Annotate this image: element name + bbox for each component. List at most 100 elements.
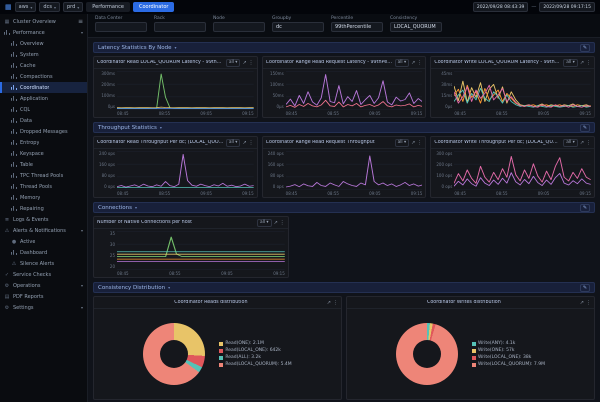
chart-menu-icon[interactable]: ⋮	[586, 140, 591, 146]
expand-icon[interactable]: ↗	[274, 220, 278, 226]
legend-item[interactable]: Read(ONE): 2.1M	[219, 341, 291, 346]
chart-menu-icon[interactable]: ⋮	[333, 300, 338, 306]
menu-icon[interactable]: ≡	[78, 18, 83, 25]
cluster-select-dc[interactable]: dcs ▾	[39, 2, 60, 12]
chart-menu-icon[interactable]: ⋮	[586, 300, 591, 306]
legend-item[interactable]: Read(ALL): 3.2k	[219, 355, 291, 360]
edit-section-button[interactable]: ✎	[580, 124, 590, 132]
chart-menu-icon[interactable]: ⋮	[417, 60, 422, 66]
y-tick: 0 ops	[96, 184, 115, 189]
sidebar-item-entropy[interactable]: Entropy	[0, 137, 87, 148]
legend-item[interactable]: Read(LOCAL_QUORUM): 5.4M	[219, 362, 291, 367]
sidebar-item-logs-events[interactable]: ≣Logs & Events	[0, 214, 87, 225]
expand-icon[interactable]: ↗	[580, 140, 584, 146]
line-chart-canvas[interactable]	[117, 71, 254, 110]
chart-menu-icon[interactable]: ⋮	[586, 60, 591, 66]
line-chart-canvas[interactable]	[117, 151, 254, 190]
expand-icon[interactable]: ↗	[411, 60, 415, 66]
section-header-throughput-statistics[interactable]: Throughput Statistics▾✎	[93, 122, 595, 133]
donut-chart[interactable]	[143, 323, 205, 385]
sidebar-item-dropped-messages[interactable]: Dropped Messages	[0, 126, 87, 137]
series-filter-dropdown[interactable]: all ▾	[395, 139, 410, 147]
sidebar-item-cache[interactable]: Cache	[0, 60, 87, 71]
time-range-end[interactable]: 2022/09/28 09:17:15	[539, 2, 595, 12]
tab-performance[interactable]: Performance	[86, 2, 130, 12]
sidebar-item-system[interactable]: System	[0, 49, 87, 60]
legend-item[interactable]: Read(LOCAL_ONE): 642k	[219, 348, 291, 353]
line-chart-canvas[interactable]	[286, 71, 423, 110]
sidebar-item-overview[interactable]: Overview	[0, 38, 87, 49]
y-tick: 20	[96, 264, 115, 269]
filter-input-consistency[interactable]: LOCAL_QUORUM	[390, 22, 442, 32]
chart-menu-icon[interactable]: ⋮	[280, 220, 285, 226]
series-filter-dropdown[interactable]: all ▾	[395, 59, 410, 67]
edit-section-button[interactable]: ✎	[580, 204, 590, 212]
tab-coordinator[interactable]: Coordinator	[133, 2, 174, 12]
series-filter-dropdown[interactable]: all ▾	[226, 59, 241, 67]
filter-input-node[interactable]	[213, 22, 265, 32]
chart-menu-icon[interactable]: ⋮	[249, 60, 254, 66]
line-chart-canvas[interactable]	[286, 151, 423, 190]
section-header-connections[interactable]: Connections▾✎	[93, 202, 595, 213]
chart-title: Coordinator Writes distribution	[350, 300, 578, 305]
sidebar-item-dashboard[interactable]: Dashboard	[0, 247, 87, 258]
sidebar-item-coordinator[interactable]: Coordinator	[0, 82, 87, 93]
chart-card-coordinator-write-throughput: Coordinator Write Throughput Per dc; (LO…	[430, 136, 595, 198]
sidebar-item-table[interactable]: Table	[0, 159, 87, 170]
sidebar-item-repairing[interactable]: Repairing	[0, 203, 87, 214]
filter-input-rack[interactable]	[154, 22, 206, 32]
donut-chart[interactable]	[396, 323, 458, 385]
sidebar-item-alerts-notifications[interactable]: ⚠Alerts & Notifications▾	[0, 225, 87, 236]
edit-section-button[interactable]: ✎	[580, 44, 590, 52]
chart-menu-icon[interactable]: ⋮	[417, 140, 422, 146]
section-header-consistency-distribution[interactable]: Consistency Distribution▾✎	[93, 282, 595, 293]
cluster-select-env[interactable]: prd ▾	[63, 2, 83, 12]
app-logo-icon[interactable]: ▦	[5, 4, 12, 11]
line-chart-canvas[interactable]	[454, 71, 591, 110]
sidebar-item-pdf-reports[interactable]: ▤PDF Reports	[0, 291, 87, 302]
expand-icon[interactable]: ↗	[242, 60, 246, 66]
filter-input-percentile[interactable]: 99thPercentile	[331, 22, 383, 32]
chart-menu-icon[interactable]: ⋮	[249, 140, 254, 146]
expand-icon[interactable]: ↗	[327, 300, 331, 306]
sidebar-item-active[interactable]: ●Active	[0, 236, 87, 247]
sidebar-item-thread-pools[interactable]: Thread Pools	[0, 181, 87, 192]
expand-icon[interactable]: ↗	[580, 60, 584, 66]
series-filter-dropdown[interactable]: all ▾	[257, 219, 272, 227]
x-tick: 08:55	[496, 111, 508, 116]
expand-icon[interactable]: ↗	[242, 140, 246, 146]
legend-item[interactable]: Write(LOCAL_QUORUM): 7.9M	[472, 362, 545, 367]
line-chart-canvas[interactable]	[117, 231, 285, 270]
legend-item[interactable]: Write(ANY): 4.1k	[472, 341, 545, 346]
sidebar-item-cql[interactable]: CQL	[0, 104, 87, 115]
sidebar-item-compactions[interactable]: Compactions	[0, 71, 87, 82]
edit-section-button[interactable]: ✎	[580, 284, 590, 292]
legend-item[interactable]: Write(ONE): 57k	[472, 348, 545, 353]
section-header-latency-statistics-by-node[interactable]: Latency Statistics By Node▾✎	[93, 42, 595, 53]
sidebar-item-application[interactable]: Application	[0, 93, 87, 104]
line-chart-canvas[interactable]	[454, 151, 591, 190]
sidebar-item-operations[interactable]: ⚙Operations▾	[0, 280, 87, 291]
sidebar-item-performance[interactable]: Performance▾	[0, 27, 87, 38]
chevron-up-icon: ▾	[81, 30, 83, 35]
chart-icon	[11, 107, 17, 112]
time-range-start[interactable]: 2022/09/28 08:43:39	[473, 2, 529, 12]
sidebar-item-cluster-overview[interactable]: ▦Cluster Overview≡	[0, 16, 87, 27]
sidebar-item-settings[interactable]: ⚙Settings▾	[0, 302, 87, 313]
series-filter-dropdown[interactable]: all ▾	[563, 139, 578, 147]
expand-icon[interactable]: ↗	[411, 140, 415, 146]
sidebar-item-service-checks[interactable]: ✓Service Checks	[0, 269, 87, 280]
expand-icon[interactable]: ↗	[580, 300, 584, 306]
cluster-select-org[interactable]: aws ▾	[15, 2, 37, 12]
sidebar-item-keyspace[interactable]: Keyspace	[0, 148, 87, 159]
legend-item[interactable]: Write(LOCAL_ONE): 38k	[472, 355, 545, 360]
series-filter-dropdown[interactable]: all ▾	[226, 139, 241, 147]
filter-input-groupby[interactable]: dc	[272, 22, 324, 32]
sidebar-item-tpc-thread-pools[interactable]: TPC Thread Pools	[0, 170, 87, 181]
sidebar-item-data[interactable]: Data	[0, 115, 87, 126]
sidebar-item-memory[interactable]: Memory	[0, 192, 87, 203]
sidebar-item-silence-alerts[interactable]: ⚠Silence Alerts	[0, 258, 87, 269]
y-tick: 100 ops	[433, 173, 452, 178]
filter-input-data-center[interactable]	[95, 22, 147, 32]
series-filter-dropdown[interactable]: all ▾	[563, 59, 578, 67]
